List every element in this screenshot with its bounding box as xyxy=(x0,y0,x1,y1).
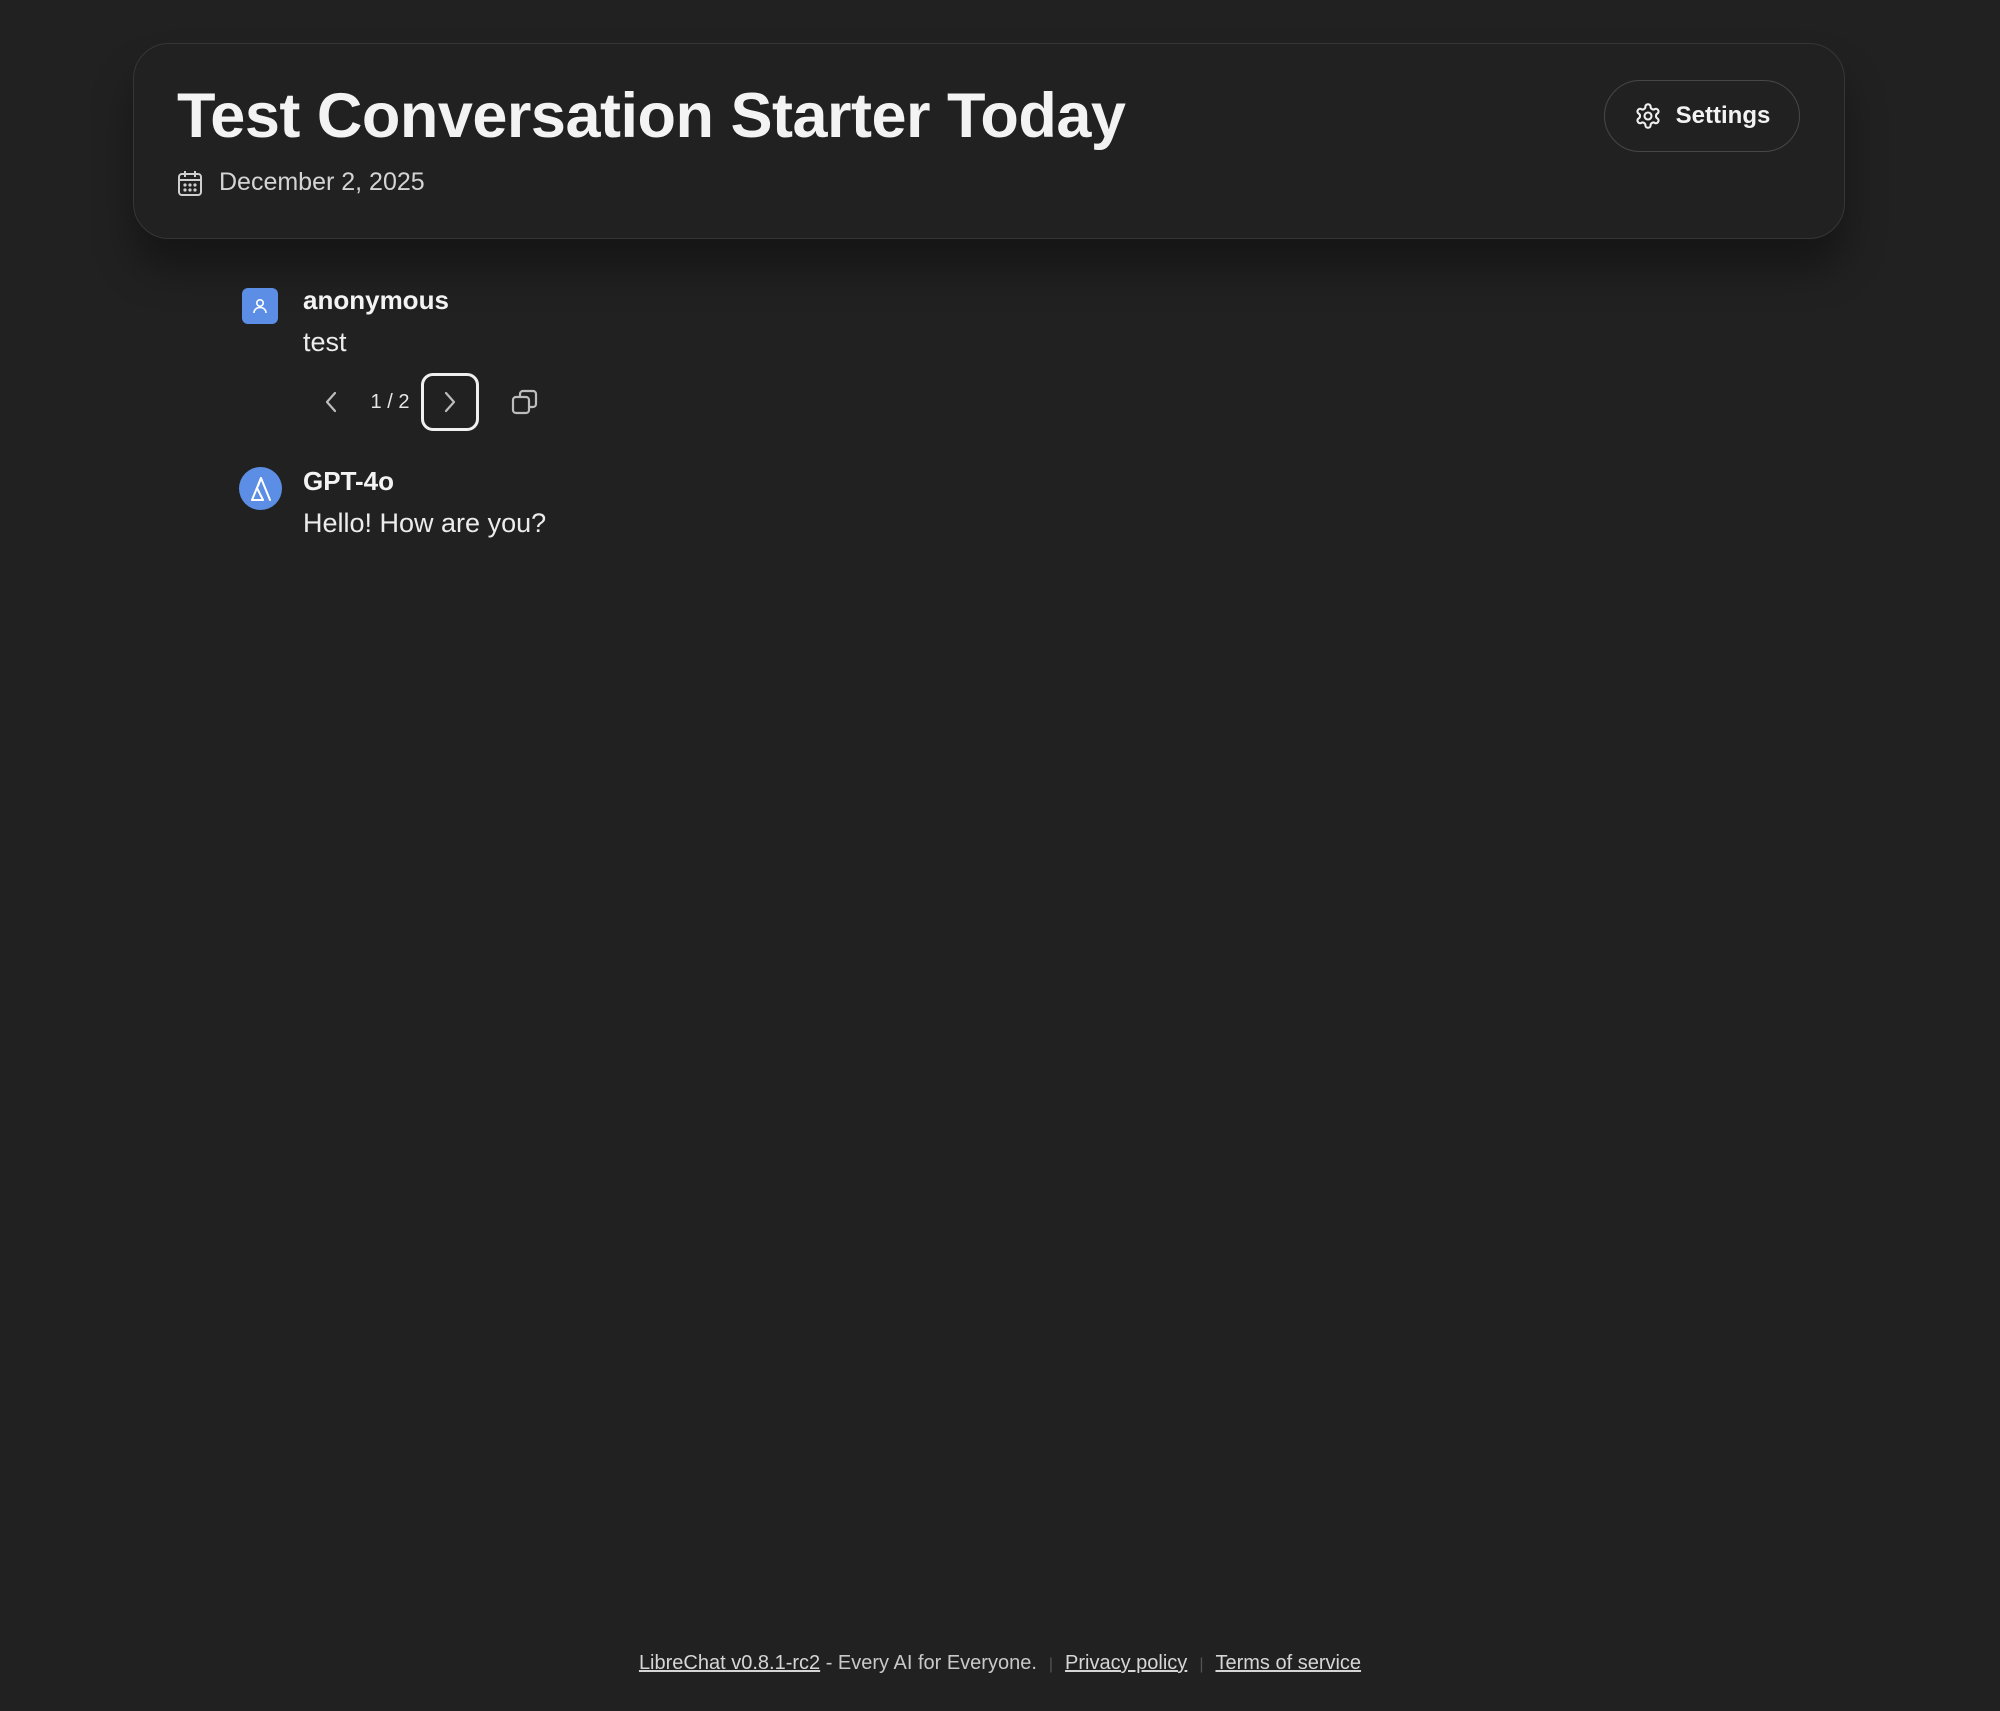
chevron-left-icon xyxy=(325,391,337,413)
message-sender: GPT-4o xyxy=(303,466,395,496)
next-sibling-button[interactable] xyxy=(421,373,479,431)
avatar xyxy=(242,288,278,324)
footer-tagline: - Every AI for Everyone. xyxy=(820,1652,1037,1674)
footer-divider: | xyxy=(1048,1656,1054,1673)
conversation-header: Test Conversation Starter Today December… xyxy=(133,43,1845,239)
privacy-policy-link[interactable]: Privacy policy xyxy=(1065,1652,1187,1674)
message-controls: 1 / 2 xyxy=(303,371,545,433)
conversation-date: December 2, 2025 xyxy=(177,168,425,197)
footer: LibreChat v0.8.1-rc2 - Every AI for Ever… xyxy=(0,1652,2000,1675)
message-text: Hello! How are you? xyxy=(303,508,547,538)
settings-label: Settings xyxy=(1675,102,1771,129)
calendar-icon xyxy=(178,170,202,196)
chevron-right-icon xyxy=(444,391,456,413)
conversation-title: Test Conversation Starter Today xyxy=(177,81,1126,151)
copy-button[interactable] xyxy=(505,382,545,422)
terms-of-service-link[interactable]: Terms of service xyxy=(1215,1652,1361,1674)
gear-icon xyxy=(1636,103,1660,129)
shared-conversation-page: Test Conversation Starter Today December… xyxy=(0,0,2000,1711)
date-text: December 2, 2025 xyxy=(219,168,425,196)
model-logo-icon xyxy=(250,476,271,501)
copy-icon xyxy=(511,389,538,415)
avatar xyxy=(239,467,282,510)
version-link[interactable]: LibreChat v0.8.1-rc2 xyxy=(639,1652,820,1674)
footer-divider: | xyxy=(1199,1656,1204,1673)
message-text: test xyxy=(303,327,347,357)
user-icon xyxy=(253,298,267,314)
sibling-counter: 1 / 2 xyxy=(370,390,410,413)
settings-button[interactable]: Settings xyxy=(1604,80,1800,152)
previous-sibling-button[interactable] xyxy=(303,374,359,430)
message-sender: anonymous xyxy=(303,285,449,315)
